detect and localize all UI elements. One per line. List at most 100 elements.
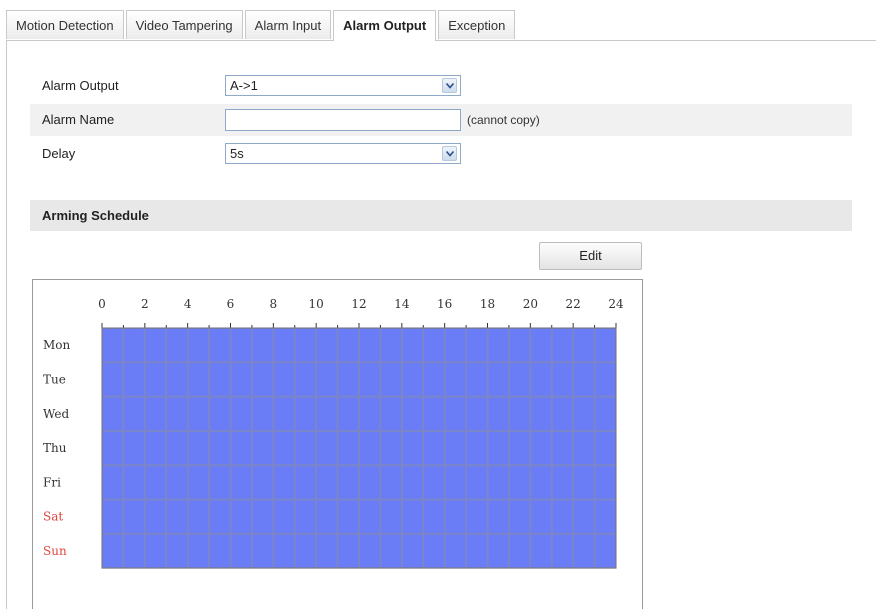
schedule-cell-sat-8[interactable] bbox=[274, 500, 294, 533]
schedule-cell-sat-19[interactable] bbox=[509, 500, 530, 533]
schedule-cell-sun-13[interactable] bbox=[381, 534, 401, 568]
schedule-cell-sat-1[interactable] bbox=[124, 500, 144, 533]
schedule-cell-mon-10[interactable] bbox=[317, 329, 337, 362]
schedule-cell-thu-18[interactable] bbox=[488, 431, 508, 465]
schedule-cell-mon-3[interactable] bbox=[167, 329, 187, 362]
schedule-cell-wed-2[interactable] bbox=[145, 397, 166, 430]
schedule-cell-sun-12[interactable] bbox=[360, 534, 380, 568]
schedule-cell-wed-8[interactable] bbox=[274, 397, 294, 430]
schedule-cell-tue-2[interactable] bbox=[145, 363, 166, 396]
schedule-cell-fri-16[interactable] bbox=[445, 466, 466, 499]
schedule-cell-sun-9[interactable] bbox=[295, 534, 316, 568]
schedule-cell-wed-1[interactable] bbox=[124, 397, 144, 430]
schedule-cell-sat-2[interactable] bbox=[145, 500, 166, 533]
schedule-cell-wed-5[interactable] bbox=[210, 397, 230, 430]
schedule-cell-mon-16[interactable] bbox=[445, 329, 466, 362]
schedule-cell-fri-9[interactable] bbox=[295, 466, 316, 499]
schedule-cell-sat-6[interactable] bbox=[231, 500, 251, 533]
schedule-cell-mon-8[interactable] bbox=[274, 329, 294, 362]
schedule-cell-sun-3[interactable] bbox=[167, 534, 187, 568]
schedule-cell-sat-7[interactable] bbox=[252, 500, 273, 533]
schedule-cell-thu-12[interactable] bbox=[360, 431, 380, 465]
schedule-cell-tue-11[interactable] bbox=[338, 363, 358, 396]
schedule-cell-sun-21[interactable] bbox=[552, 534, 573, 568]
schedule-cell-thu-11[interactable] bbox=[338, 431, 358, 465]
schedule-cell-fri-21[interactable] bbox=[552, 466, 573, 499]
schedule-cell-wed-17[interactable] bbox=[467, 397, 487, 430]
schedule-cell-tue-17[interactable] bbox=[467, 363, 487, 396]
schedule-cell-thu-20[interactable] bbox=[531, 431, 551, 465]
schedule-cell-wed-19[interactable] bbox=[509, 397, 530, 430]
schedule-cell-tue-0[interactable] bbox=[103, 363, 123, 396]
schedule-cell-thu-7[interactable] bbox=[252, 431, 273, 465]
schedule-cell-mon-15[interactable] bbox=[424, 329, 444, 362]
schedule-cell-sat-20[interactable] bbox=[531, 500, 551, 533]
schedule-cell-thu-1[interactable] bbox=[124, 431, 144, 465]
schedule-cell-fri-2[interactable] bbox=[145, 466, 166, 499]
schedule-cell-tue-16[interactable] bbox=[445, 363, 466, 396]
schedule-cell-thu-22[interactable] bbox=[574, 431, 594, 465]
schedule-cell-fri-5[interactable] bbox=[210, 466, 230, 499]
schedule-cell-wed-7[interactable] bbox=[252, 397, 273, 430]
schedule-cell-mon-22[interactable] bbox=[574, 329, 594, 362]
schedule-cell-mon-5[interactable] bbox=[210, 329, 230, 362]
schedule-cell-wed-13[interactable] bbox=[381, 397, 401, 430]
schedule-cell-wed-12[interactable] bbox=[360, 397, 380, 430]
schedule-cell-thu-5[interactable] bbox=[210, 431, 230, 465]
schedule-cell-wed-22[interactable] bbox=[574, 397, 594, 430]
schedule-cell-sat-21[interactable] bbox=[552, 500, 573, 533]
schedule-cell-sun-20[interactable] bbox=[531, 534, 551, 568]
schedule-cell-tue-20[interactable] bbox=[531, 363, 551, 396]
schedule-cell-thu-6[interactable] bbox=[231, 431, 251, 465]
schedule-cell-sat-22[interactable] bbox=[574, 500, 594, 533]
schedule-cell-tue-18[interactable] bbox=[488, 363, 508, 396]
schedule-cell-fri-18[interactable] bbox=[488, 466, 508, 499]
schedule-cell-fri-23[interactable] bbox=[595, 466, 615, 499]
schedule-cell-mon-17[interactable] bbox=[467, 329, 487, 362]
tab-exception[interactable]: Exception bbox=[438, 10, 516, 39]
schedule-cell-wed-10[interactable] bbox=[317, 397, 337, 430]
schedule-cell-tue-23[interactable] bbox=[595, 363, 615, 396]
schedule-cell-fri-0[interactable] bbox=[103, 466, 123, 499]
schedule-cell-thu-2[interactable] bbox=[145, 431, 166, 465]
schedule-cell-thu-4[interactable] bbox=[188, 431, 209, 465]
schedule-cell-tue-14[interactable] bbox=[402, 363, 423, 396]
schedule-cell-mon-7[interactable] bbox=[252, 329, 273, 362]
schedule-cell-mon-21[interactable] bbox=[552, 329, 573, 362]
schedule-cell-wed-18[interactable] bbox=[488, 397, 508, 430]
schedule-cell-sat-0[interactable] bbox=[103, 500, 123, 533]
schedule-cell-thu-16[interactable] bbox=[445, 431, 466, 465]
schedule-cell-tue-10[interactable] bbox=[317, 363, 337, 396]
schedule-cell-thu-8[interactable] bbox=[274, 431, 294, 465]
schedule-cell-mon-6[interactable] bbox=[231, 329, 251, 362]
schedule-cell-mon-23[interactable] bbox=[595, 329, 615, 362]
schedule-cell-sat-10[interactable] bbox=[317, 500, 337, 533]
schedule-cell-wed-0[interactable] bbox=[103, 397, 123, 430]
schedule-cell-wed-15[interactable] bbox=[424, 397, 444, 430]
schedule-cell-sat-9[interactable] bbox=[295, 500, 316, 533]
schedule-cell-tue-7[interactable] bbox=[252, 363, 273, 396]
schedule-cell-wed-3[interactable] bbox=[167, 397, 187, 430]
chevron-down-icon[interactable] bbox=[442, 146, 457, 161]
tab-motion-detection[interactable]: Motion Detection bbox=[6, 10, 124, 39]
schedule-cell-mon-13[interactable] bbox=[381, 329, 401, 362]
schedule-cell-fri-17[interactable] bbox=[467, 466, 487, 499]
schedule-cell-sun-10[interactable] bbox=[317, 534, 337, 568]
schedule-cell-sun-11[interactable] bbox=[338, 534, 358, 568]
schedule-cell-wed-20[interactable] bbox=[531, 397, 551, 430]
schedule-cell-sun-19[interactable] bbox=[509, 534, 530, 568]
schedule-cell-tue-22[interactable] bbox=[574, 363, 594, 396]
schedule-cell-fri-4[interactable] bbox=[188, 466, 209, 499]
schedule-cell-sun-15[interactable] bbox=[424, 534, 444, 568]
schedule-cell-sun-23[interactable] bbox=[595, 534, 615, 568]
schedule-cell-fri-7[interactable] bbox=[252, 466, 273, 499]
schedule-cell-mon-4[interactable] bbox=[188, 329, 209, 362]
schedule-cell-wed-16[interactable] bbox=[445, 397, 466, 430]
alarm-output-select[interactable]: A->1 bbox=[225, 75, 461, 96]
arming-schedule-grid[interactable]: 0 2 4 6 8 10 12 14 16 18 20 22 24MonTueWedThuFriSatS… bbox=[33, 280, 642, 610]
schedule-cell-sun-5[interactable] bbox=[210, 534, 230, 568]
schedule-cell-wed-11[interactable] bbox=[338, 397, 358, 430]
schedule-cell-mon-2[interactable] bbox=[145, 329, 166, 362]
schedule-cell-sun-18[interactable] bbox=[488, 534, 508, 568]
schedule-cell-sat-12[interactable] bbox=[360, 500, 380, 533]
